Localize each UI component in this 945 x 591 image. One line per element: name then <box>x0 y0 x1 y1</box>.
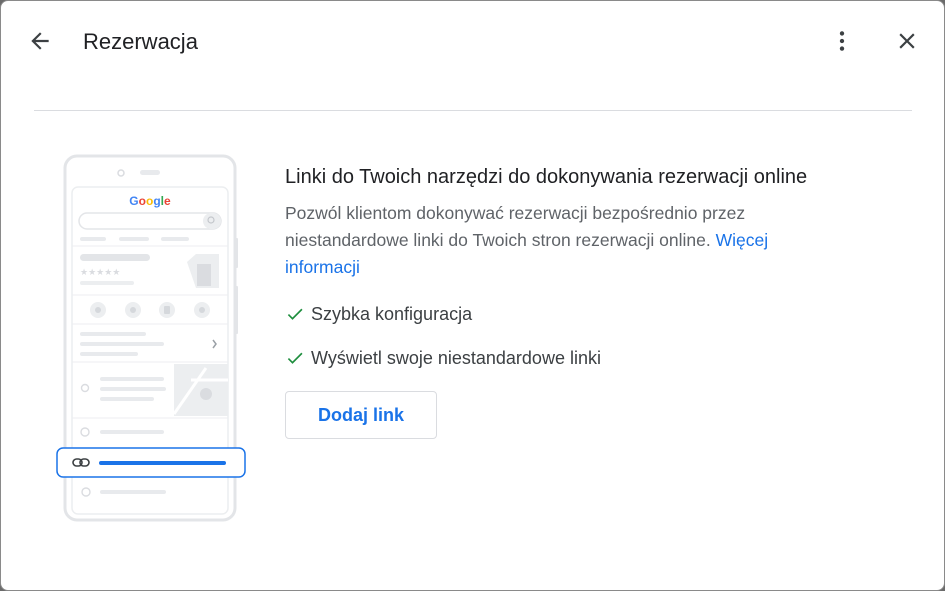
feature-item: Szybka konfiguracja <box>285 303 885 325</box>
dialog-header: Rezerwacja <box>1 1 944 81</box>
google-logo: Google <box>129 194 171 208</box>
page-title: Rezerwacja <box>83 29 198 54</box>
check-icon <box>287 308 303 320</box>
section-heading: Linki do Twoich narzędzi do dokonywania … <box>285 166 808 188</box>
feature-label: Szybka konfiguracja <box>311 303 473 324</box>
phone-illustration: Google ★★★★★ <box>56 154 248 524</box>
feature-item: Wyświetl swoje niestandardowe linki <box>285 347 885 369</box>
feature-label: Wyświetl swoje niestandardowe linki <box>311 347 601 368</box>
close-button[interactable] <box>887 21 927 61</box>
description-text: Pozwól klientom dokonywać rezerwacji bez… <box>285 203 746 250</box>
svg-text:★★★★★: ★★★★★ <box>80 268 120 278</box>
reservation-dialog: Rezerwacja Google ★★★★★ Linki do Twoich … <box>0 0 945 591</box>
back-button[interactable] <box>20 21 60 61</box>
section-description: Pozwól klientom dokonywać rezerwacji bez… <box>285 200 845 281</box>
header-divider <box>34 110 912 111</box>
phone-mockup-image: Google ★★★★★ <box>56 154 246 522</box>
booking-links-section: Linki do Twoich narzędzi do dokonywania … <box>285 161 885 439</box>
more-vert-icon <box>839 31 845 51</box>
arrow-back-icon <box>31 32 49 50</box>
check-icon <box>287 352 303 364</box>
more-options-button[interactable] <box>822 21 862 61</box>
close-icon <box>899 33 915 49</box>
add-link-button[interactable]: Dodaj link <box>285 391 437 439</box>
